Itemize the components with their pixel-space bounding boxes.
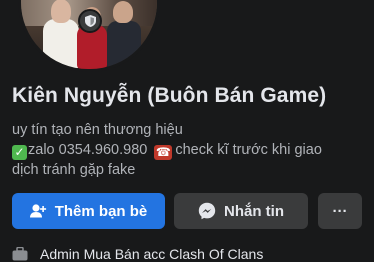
message-button[interactable]: Nhắn tin xyxy=(174,193,308,229)
profile-picture-container[interactable] xyxy=(6,0,160,72)
profile-name: Kiên Nguyễn (Buôn Bán Game) xyxy=(12,84,327,107)
photo-person-1-head xyxy=(51,0,71,23)
check-mark-emoji-icon: ✓ xyxy=(12,145,27,160)
photo-person-3-body xyxy=(107,21,141,69)
add-friend-label: Thêm bạn bè xyxy=(54,202,148,220)
bio-check-text: check kĩ trước khi giao xyxy=(175,142,322,158)
add-friend-button[interactable]: Thêm bạn bè xyxy=(12,193,165,229)
telephone-emoji-icon: ☎ xyxy=(154,145,173,160)
briefcase-icon xyxy=(12,247,28,261)
messenger-icon xyxy=(198,202,216,220)
profile-guard-badge xyxy=(78,9,102,33)
photo-person-3-head xyxy=(113,1,133,23)
more-dots-icon: ··· xyxy=(332,202,348,220)
more-options-button[interactable]: ··· xyxy=(318,193,362,229)
add-person-icon xyxy=(29,204,47,218)
message-label: Nhắn tin xyxy=(224,202,284,220)
bio-line-1: uy tín tạo nên thương hiệu xyxy=(12,122,183,138)
photo-person-1-body xyxy=(43,19,79,69)
bio-line-3: dịch tránh gặp fake xyxy=(12,162,136,178)
bio-zalo-text: zalo 0354.960.980 xyxy=(28,142,148,158)
bio-line-2: ✓ zalo 0354.960.980 ☎ check kĩ trước khi g… xyxy=(12,140,367,160)
work-info-text: Admin Mua Bán acc Clash Of Clans xyxy=(40,246,264,262)
profile-bio: uy tín tạo nên thương hiệu ✓ zalo 0354.96… xyxy=(12,120,367,180)
shield-icon xyxy=(84,15,96,27)
work-info-row[interactable]: Admin Mua Bán acc Clash Of Clans xyxy=(12,246,263,262)
